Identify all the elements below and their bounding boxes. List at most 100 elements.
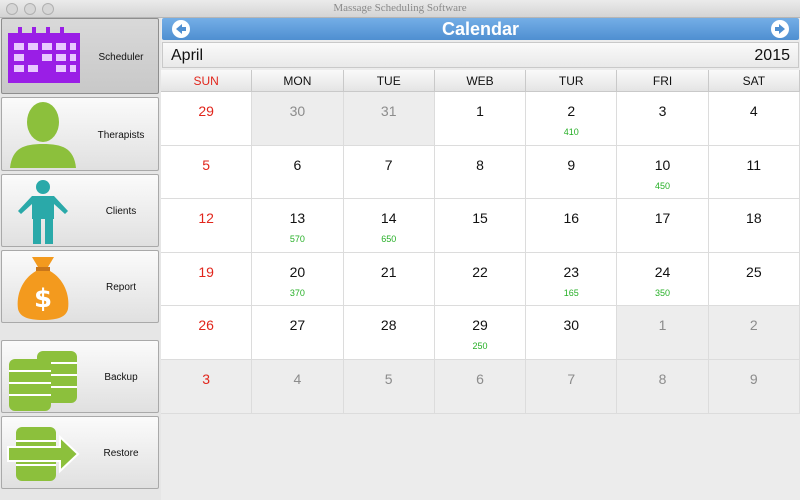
day-cell[interactable]: 19 (161, 252, 253, 307)
day-cell[interactable]: 30 (526, 306, 618, 360)
weekday-header: MON (252, 70, 344, 92)
day-cell[interactable]: 24 350 (617, 252, 709, 307)
day-cell[interactable]: 7 (526, 359, 618, 414)
sidebar-item-backup[interactable]: Backup (1, 340, 159, 413)
day-cell[interactable]: 5 (343, 359, 435, 414)
sidebar-item-report[interactable]: $ Report (1, 250, 159, 323)
day-cell[interactable]: 2 410 (526, 92, 618, 146)
sidebar-item-restore[interactable]: Restore (1, 416, 159, 489)
day-cell[interactable]: 6 (434, 359, 527, 414)
day-cell[interactable]: 8 (617, 359, 709, 414)
day-number: 8 (658, 370, 667, 387)
day-number: 9 (567, 156, 576, 173)
day-cell[interactable]: 26 (161, 306, 253, 360)
sidebar-item-therapists[interactable]: Therapists (1, 97, 159, 171)
day-cell[interactable]: 13 570 (252, 199, 344, 253)
day-number: 17 (654, 210, 671, 227)
day-number: 30 (563, 317, 580, 334)
day-number: 5 (384, 370, 393, 387)
week-row: 26 27 28 29 250 30 1 2 (161, 306, 800, 360)
day-cell[interactable]: 9 (708, 359, 800, 414)
day-cell[interactable]: 1 (434, 92, 527, 146)
day-number: 19 (198, 263, 214, 280)
day-cell[interactable]: 4 (252, 359, 344, 414)
week-row: 3 4 5 6 7 8 9 (161, 359, 800, 414)
day-number: 29 (198, 103, 214, 119)
day-number: 26 (198, 317, 214, 334)
day-cell[interactable]: 4 (708, 92, 800, 146)
weekday-header: WEB (434, 70, 527, 92)
day-number: 9 (749, 370, 758, 387)
day-number: 18 (746, 210, 762, 227)
next-month-button[interactable] (771, 20, 789, 38)
day-cell[interactable]: 28 (343, 306, 435, 360)
day-cell[interactable]: 29 250 (434, 306, 527, 360)
day-number: 16 (563, 210, 580, 227)
week-row: 12 13 570 14 650 15 16 17 18 (161, 199, 800, 253)
day-cell[interactable]: 29 (161, 92, 253, 146)
day-number: 25 (746, 263, 762, 280)
week-row: 19 20 370 21 22 23 165 24 350 25 (161, 252, 800, 307)
day-cell[interactable]: 17 (617, 199, 709, 253)
day-number: 2 (567, 103, 576, 119)
calendar-title: Calendar (441, 19, 520, 39)
day-number: 11 (746, 156, 762, 173)
sidebar-item-label: Report (105, 282, 136, 293)
day-cell[interactable]: 21 (343, 252, 435, 307)
day-cell[interactable]: 10 450 (617, 145, 709, 200)
day-cell[interactable]: 12 (161, 199, 253, 253)
day-number: 6 (476, 370, 484, 387)
day-cell[interactable]: 8 (434, 145, 527, 200)
day-number: 7 (384, 156, 393, 173)
day-amount: 370 (289, 287, 305, 298)
day-amount: 250 (472, 341, 488, 352)
day-cell[interactable]: 22 (434, 252, 527, 307)
day-cell[interactable]: 11 (708, 145, 800, 200)
svg-text:$: $ (34, 284, 52, 314)
day-number: 2 (749, 317, 758, 334)
calendar-header: Calendar (162, 18, 799, 40)
day-number: 14 (380, 210, 397, 227)
day-cell[interactable]: 7 (343, 145, 435, 200)
day-cell[interactable]: 3 (161, 359, 253, 414)
calendar-grid: SUN MON TUE WEB TUR FRI SAT 29 30 31 1 2 410 3 4 5 6 7 8 9… (161, 70, 800, 414)
day-cell[interactable]: 20 370 (252, 252, 344, 307)
day-number: 6 (293, 156, 302, 173)
day-number: 5 (202, 156, 211, 173)
restore-icon (7, 427, 80, 481)
day-number: 13 (289, 210, 306, 227)
weekday-header: TUR (526, 70, 618, 92)
day-cell[interactable]: 3 (617, 92, 709, 146)
day-cell[interactable]: 2 (708, 306, 800, 360)
week-row: 29 30 31 1 2 410 3 4 (161, 92, 800, 146)
calendar-icon (8, 27, 80, 83)
day-cell[interactable]: 30 (252, 92, 344, 146)
day-number: 24 (654, 263, 671, 280)
day-number: 7 (567, 370, 576, 387)
day-number: 21 (380, 263, 397, 280)
day-cell[interactable]: 15 (434, 199, 527, 253)
year-label: 2015 (754, 47, 790, 64)
day-amount: 650 (381, 234, 397, 245)
sidebar-item-scheduler[interactable]: Scheduler (1, 18, 159, 94)
day-cell[interactable]: 16 (526, 199, 618, 253)
day-cell[interactable]: 27 (252, 306, 344, 360)
sidebar-item-label: Backup (104, 372, 138, 383)
person-icon (10, 102, 76, 168)
sidebar-item-clients[interactable]: Clients (1, 174, 159, 247)
day-amount: 570 (289, 234, 305, 245)
weekday-header: FRI (617, 70, 709, 92)
day-number: 4 (293, 370, 302, 387)
day-cell[interactable]: 23 165 (526, 252, 618, 307)
arrow-right-icon (775, 24, 785, 34)
day-cell[interactable]: 14 650 (343, 199, 435, 253)
day-cell[interactable]: 25 (708, 252, 800, 307)
day-number: 12 (198, 210, 214, 227)
day-cell[interactable]: 9 (526, 145, 618, 200)
day-cell[interactable]: 5 (161, 145, 253, 200)
day-cell[interactable]: 31 (343, 92, 435, 146)
day-cell[interactable]: 1 (617, 306, 709, 360)
day-amount: 165 (563, 287, 579, 298)
day-cell[interactable]: 6 (252, 145, 344, 200)
day-cell[interactable]: 18 (708, 199, 800, 253)
